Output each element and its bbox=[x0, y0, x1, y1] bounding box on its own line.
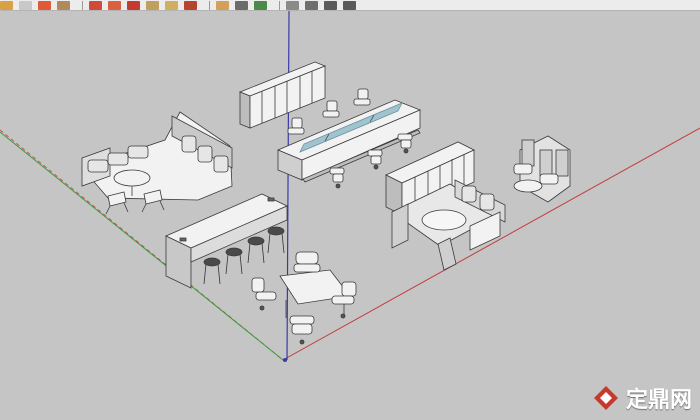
watermark-brand: 定鼎网 bbox=[625, 388, 692, 413]
bar-stool[interactable] bbox=[247, 236, 265, 264]
axis-origin bbox=[283, 358, 287, 362]
lounge-chair[interactable] bbox=[141, 189, 165, 213]
watermark: 定鼎网 bbox=[592, 382, 692, 414]
iso-view-icon[interactable] bbox=[286, 0, 299, 10]
bar-stool[interactable] bbox=[225, 247, 243, 275]
bar-stool[interactable] bbox=[203, 257, 221, 285]
meeting-chair[interactable] bbox=[289, 315, 315, 345]
l-sofa[interactable] bbox=[81, 111, 233, 201]
offset-icon[interactable] bbox=[146, 0, 159, 10]
pan-icon[interactable] bbox=[216, 0, 229, 10]
tape-measure-icon[interactable] bbox=[165, 0, 178, 10]
desk-chair[interactable] bbox=[322, 100, 340, 118]
move-icon[interactable] bbox=[89, 0, 102, 10]
right-view-icon[interactable] bbox=[343, 0, 356, 10]
zoom-extents-icon[interactable] bbox=[254, 0, 267, 10]
lounge-chair[interactable] bbox=[105, 191, 129, 215]
desk-chair[interactable] bbox=[367, 149, 383, 170]
desk-chair[interactable] bbox=[397, 133, 413, 154]
rotate-icon[interactable] bbox=[108, 0, 121, 10]
storage-cabinet-top[interactable] bbox=[238, 61, 327, 129]
eraser-icon[interactable] bbox=[19, 0, 32, 10]
front-view-icon[interactable] bbox=[324, 0, 337, 10]
meeting-table[interactable] bbox=[279, 269, 351, 318]
top-view-icon[interactable] bbox=[305, 0, 318, 10]
scale-icon[interactable] bbox=[127, 0, 140, 10]
desk-chair[interactable] bbox=[353, 88, 371, 106]
bar-stool[interactable] bbox=[267, 226, 285, 254]
pencil-icon[interactable] bbox=[0, 0, 13, 10]
blue-axis bbox=[286, 11, 290, 361]
desk-chair[interactable] bbox=[287, 117, 305, 135]
booth-seating-right[interactable] bbox=[513, 135, 571, 203]
orbit-icon[interactable] bbox=[184, 0, 197, 10]
toolbar bbox=[0, 0, 700, 11]
dingding-logo-icon bbox=[593, 386, 618, 410]
meeting-chair[interactable] bbox=[293, 251, 321, 273]
paint-bucket-icon[interactable] bbox=[38, 0, 51, 10]
meeting-chair[interactable] bbox=[251, 277, 277, 311]
toolbar-separator bbox=[209, 0, 210, 10]
desk-chair[interactable] bbox=[329, 167, 345, 189]
toolbar-separator bbox=[279, 0, 280, 10]
model-viewport[interactable] bbox=[0, 11, 700, 420]
push-pull-icon[interactable] bbox=[57, 0, 70, 10]
toolbar-separator bbox=[82, 0, 83, 10]
zoom-icon[interactable] bbox=[235, 0, 248, 10]
scene-canvas[interactable] bbox=[0, 11, 700, 420]
